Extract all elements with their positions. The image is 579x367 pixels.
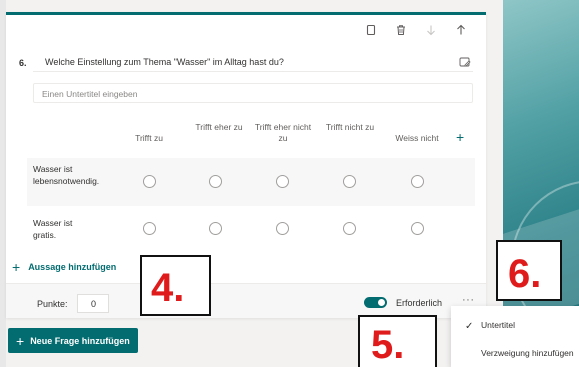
add-statement-label: Aussage hinzufügen	[28, 262, 117, 272]
subtitle-input[interactable]: Einen Untertitel eingeben	[33, 83, 473, 103]
radio-option[interactable]	[209, 222, 222, 235]
delete-icon[interactable]	[395, 24, 407, 36]
likert-column-headers: Trifft zu Trifft eher zu Trifft eher nic…	[0, 122, 500, 156]
question-title: Welche Einstellung zum Thema "Wasser" im…	[45, 57, 284, 67]
column-header-trifft-eher-zu[interactable]: Trifft eher zu	[190, 122, 248, 133]
toggle-knob	[378, 299, 385, 306]
column-header-trifft-nicht-zu[interactable]: Trifft nicht zu	[321, 122, 379, 133]
callout-box-5: 5.	[358, 315, 437, 367]
radio-option[interactable]	[343, 175, 356, 188]
required-label: Erforderlich	[396, 298, 443, 308]
subtitle-placeholder: Einen Untertitel eingeben	[42, 89, 138, 99]
points-input[interactable]: 0	[77, 294, 109, 313]
more-options-menu: ✓ Untertitel Verzweigung hinzufügen	[451, 306, 579, 367]
callout-number-6: 6.	[508, 252, 542, 296]
question-footer: Punkte: 0 Erforderlich ···	[6, 283, 486, 318]
arrow-up-icon[interactable]	[455, 24, 467, 36]
edit-media-icon[interactable]	[459, 55, 471, 67]
points-label: Punkte:	[37, 299, 68, 309]
callout-number-4: 4.	[151, 266, 185, 310]
statement-label[interactable]: Wasser ist lebensnotwendig.	[33, 163, 103, 187]
radio-option[interactable]	[343, 222, 356, 235]
radio-option[interactable]	[411, 222, 424, 235]
add-column-icon[interactable]: +	[456, 130, 464, 144]
question-title-field[interactable]: Welche Einstellung zum Thema "Wasser" im…	[33, 52, 473, 72]
radio-option[interactable]	[143, 175, 156, 188]
arrow-down-icon[interactable]	[425, 24, 437, 36]
checkmark-icon: ✓	[465, 321, 474, 332]
column-header-trifft-zu[interactable]: Trifft zu	[120, 133, 178, 144]
copy-icon[interactable]	[365, 24, 377, 36]
add-question-button[interactable]: + Neue Frage hinzufügen	[8, 328, 138, 353]
menu-item-label: Untertitel	[481, 320, 516, 330]
add-question-label: Neue Frage hinzufügen	[30, 335, 130, 346]
more-options-icon[interactable]: ···	[462, 294, 475, 306]
callout-number-5: 5.	[371, 323, 405, 367]
radio-option[interactable]	[276, 222, 289, 235]
callout-box-4: 4.	[140, 255, 211, 316]
menu-item-untertitel[interactable]: ✓ Untertitel	[451, 312, 579, 338]
radio-option[interactable]	[209, 175, 222, 188]
radio-option[interactable]	[411, 175, 424, 188]
callout-box-6: 6.	[496, 240, 562, 301]
radio-option[interactable]	[276, 175, 289, 188]
statement-row: Wasser ist gratis.	[27, 210, 475, 248]
radio-option[interactable]	[143, 222, 156, 235]
menu-item-verzweigung[interactable]: Verzweigung hinzufügen	[451, 340, 579, 366]
column-header-weiss-nicht[interactable]: Weiss nicht	[388, 133, 446, 144]
question-toolbar	[365, 24, 467, 36]
statement-label[interactable]: Wasser ist gratis.	[33, 217, 85, 241]
column-header-trifft-eher-nicht-zu[interactable]: Trifft eher nicht zu	[254, 122, 312, 144]
menu-item-label: Verzweigung hinzufügen	[481, 348, 574, 358]
plus-icon: +	[16, 332, 25, 349]
add-statement-button[interactable]: + Aussage hinzufügen	[12, 259, 117, 275]
plus-icon: +	[12, 259, 21, 275]
question-number: 6.	[19, 58, 27, 68]
statement-row: Wasser ist lebensnotwendig.	[27, 158, 475, 206]
required-toggle[interactable]	[364, 297, 387, 308]
